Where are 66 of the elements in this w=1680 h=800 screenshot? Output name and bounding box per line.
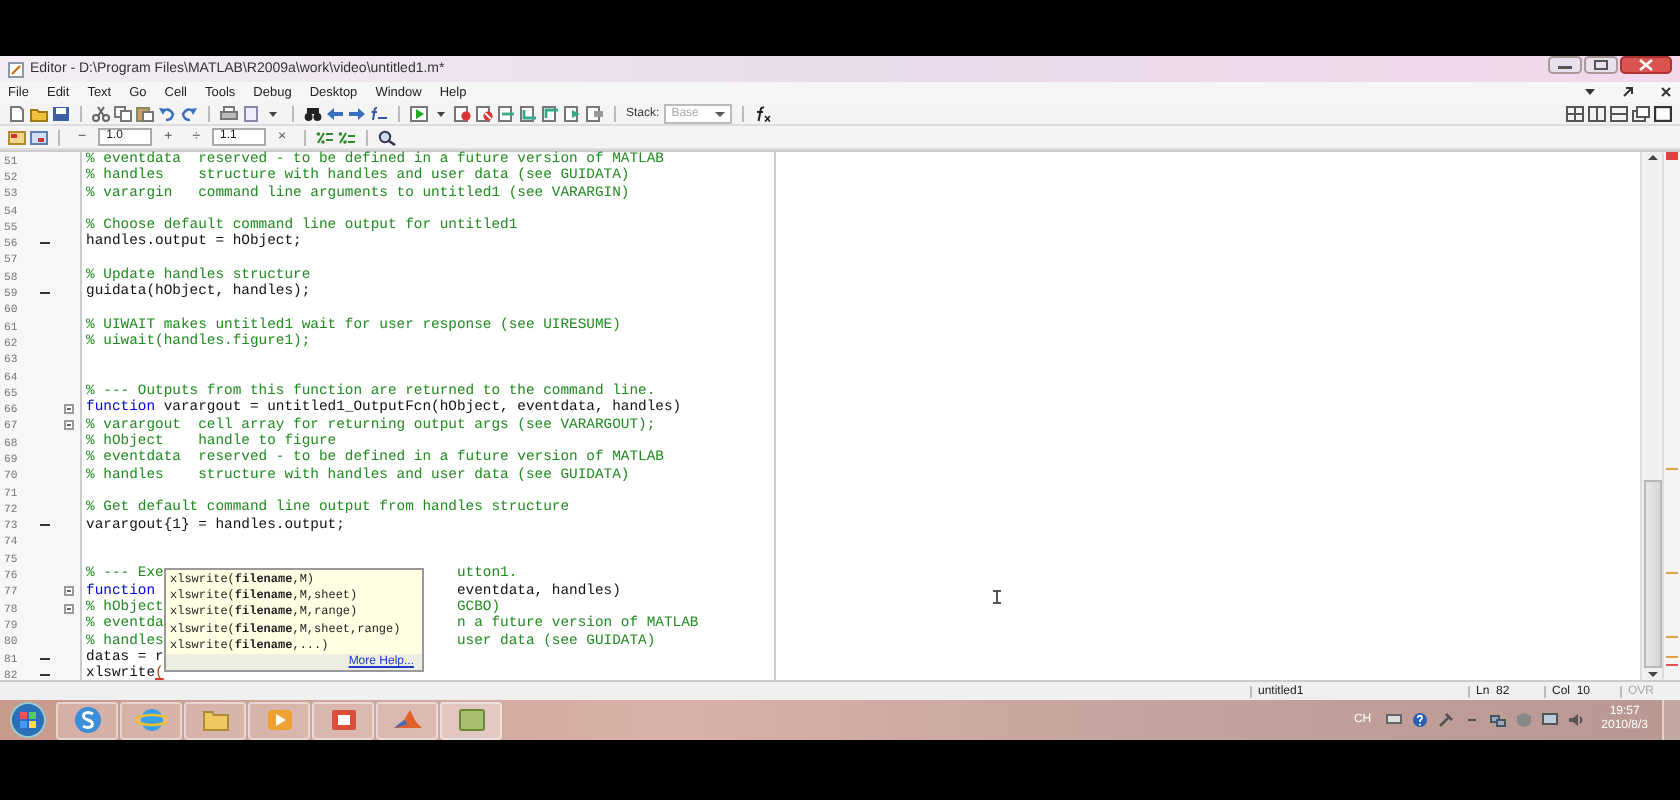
peak-icon — [391, 706, 423, 734]
fold-icon[interactable] — [64, 586, 74, 597]
continue-icon[interactable] — [564, 105, 582, 121]
run-icon[interactable] — [410, 105, 428, 121]
maximize-icon[interactable] — [1584, 56, 1618, 74]
speaker-icon[interactable] — [1567, 712, 1584, 728]
fold-icon[interactable] — [64, 404, 74, 415]
app-icon — [8, 61, 24, 77]
close-icon[interactable] — [1660, 86, 1672, 98]
cell-advance-icon[interactable] — [30, 129, 48, 145]
magnifier-icon[interactable] — [378, 129, 397, 145]
warning-tick-icon[interactable] — [1666, 664, 1678, 667]
up-arrow-icon[interactable] — [1643, 152, 1661, 164]
s-logo-icon — [71, 706, 103, 734]
undo-icon[interactable] — [158, 105, 176, 121]
scrollbar-thumb[interactable] — [1643, 480, 1661, 668]
paste-icon[interactable] — [136, 105, 154, 121]
slides-icon — [327, 706, 359, 734]
step-out-icon[interactable] — [542, 105, 560, 121]
left-arrow-icon[interactable] — [326, 105, 344, 121]
taskbar-app-button[interactable] — [376, 701, 438, 739]
vertical-scrollbar[interactable] — [1640, 152, 1662, 680]
float-window-icon[interactable] — [1632, 105, 1650, 121]
right-arrow-icon[interactable] — [348, 105, 366, 121]
redo-icon[interactable] — [180, 105, 198, 121]
taskbar-app-button[interactable] — [312, 701, 374, 739]
printer-icon[interactable] — [220, 105, 238, 121]
exit-debug-icon[interactable] — [586, 105, 604, 121]
network-icon[interactable] — [1489, 712, 1506, 728]
fold-icon[interactable] — [64, 420, 74, 431]
taskbar-app-button[interactable] — [56, 701, 118, 739]
wrench-icon[interactable] — [1437, 712, 1454, 728]
play-icon — [263, 706, 295, 734]
function-icon[interactable] — [754, 105, 773, 121]
breakpoint-icon[interactable] — [454, 105, 472, 121]
monitor-icon[interactable] — [1541, 712, 1558, 728]
cell-insert-icon[interactable] — [316, 129, 335, 145]
caret-icon — [714, 107, 727, 119]
down-arrow-icon[interactable] — [1643, 668, 1661, 680]
step-icon[interactable] — [498, 105, 516, 121]
window-icon — [455, 706, 487, 734]
text-cursor-icon — [992, 590, 1002, 604]
cell-insert-icon[interactable] — [338, 129, 357, 145]
save-icon[interactable] — [52, 105, 70, 121]
tile-rows-icon[interactable] — [1610, 105, 1628, 121]
minimize-icon[interactable] — [1548, 56, 1582, 74]
tile-columns-icon[interactable] — [1588, 105, 1606, 121]
caret-icon[interactable] — [1584, 86, 1596, 98]
undock-icon[interactable] — [1622, 86, 1634, 98]
globe-icon — [135, 706, 167, 734]
function-arrow-icon[interactable] — [370, 105, 388, 121]
taskbar-app-button[interactable] — [440, 701, 502, 739]
taskbar-app-button[interactable] — [184, 701, 246, 739]
tile-grid-icon[interactable] — [1566, 105, 1584, 121]
binoculars-icon[interactable] — [304, 105, 322, 121]
folder-icon — [199, 706, 231, 734]
copy-icon[interactable] — [114, 105, 132, 121]
keyboard-icon[interactable] — [1385, 712, 1402, 728]
cell-eval-icon[interactable] — [8, 129, 26, 145]
close-icon[interactable] — [1620, 56, 1672, 74]
start-orb-icon[interactable] — [10, 702, 46, 738]
help-icon[interactable] — [1411, 712, 1428, 728]
scissors-icon[interactable] — [92, 105, 110, 121]
fold-icon[interactable] — [64, 603, 74, 614]
clear-breakpoints-icon[interactable] — [476, 105, 494, 121]
step-in-icon[interactable] — [520, 105, 538, 121]
